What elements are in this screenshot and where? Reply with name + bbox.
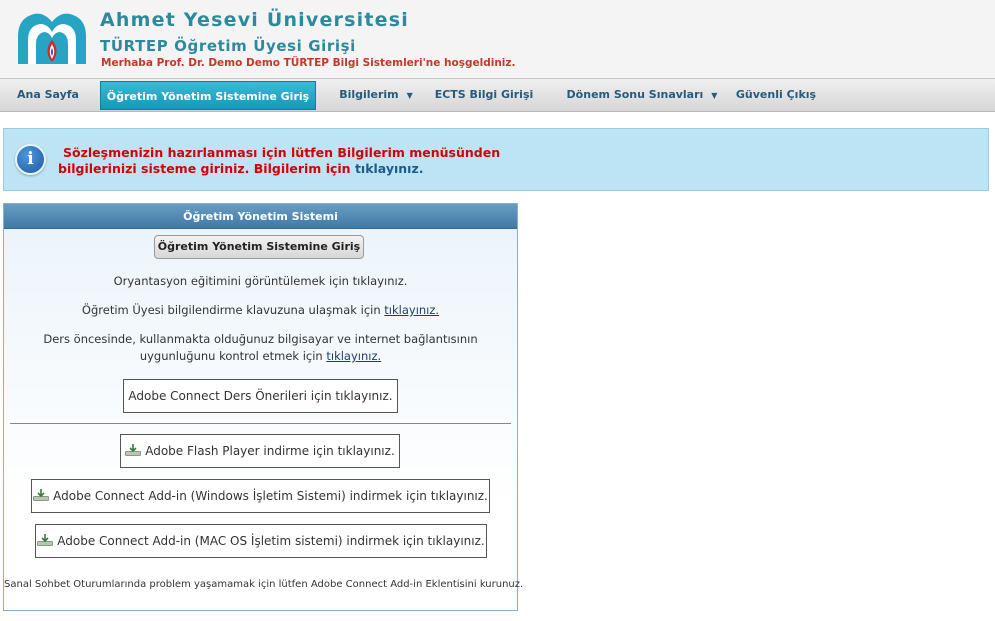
nav-logout[interactable]: Güvenli Çıkış	[728, 79, 824, 111]
adobe-suggestions-button[interactable]: Adobe Connect Ders Önerileri için tıklay…	[123, 379, 398, 413]
flash-download-label: Adobe Flash Player indirme için tıklayın…	[145, 444, 395, 458]
guide-text: Öğretim Üyesi bilgilendirme klavuzuna ul…	[4, 302, 517, 319]
addin-note: Sanal Sohbet Oturumlarında problem yaşam…	[4, 579, 524, 590]
download-icon	[125, 444, 142, 456]
info-line-2: bilgilerinizi sisteme giriniz. Bilgileri…	[58, 161, 500, 177]
lms-login-button[interactable]: Öğretim Yönetim Sistemine Giriş	[154, 235, 364, 259]
guide-text-label: Öğretim Üyesi bilgilendirme klavuzuna ul…	[81, 303, 381, 317]
check-text-label: uygunluğunu kontrol etmek için	[139, 349, 323, 363]
nav-final-exams[interactable]: Dönem Sonu Sınavları ▼	[562, 79, 722, 111]
site-title: Ahmet Yesevi Üniversitesi	[100, 9, 409, 31]
main-nav: Ana Sayfa Öğretim Yönetim Sistemine Giri…	[0, 78, 995, 112]
flash-download-button[interactable]: Adobe Flash Player indirme için tıklayın…	[120, 434, 400, 468]
check-link[interactable]: tıklayınız.	[326, 349, 381, 363]
info-line-1: Sözleşmenizin hazırlanması için lütfen B…	[63, 145, 501, 160]
addin-windows-label: Adobe Connect Add-in (Windows İşletim Si…	[53, 489, 488, 503]
orientation-text[interactable]: Oryantasyon eğitimini görüntülemek için …	[4, 273, 517, 290]
info-link[interactable]: tıklayınız.	[355, 161, 424, 176]
guide-link[interactable]: tıklayınız.	[384, 303, 439, 317]
nav-ects[interactable]: ECTS Bilgi Girişi	[428, 79, 540, 111]
panel-title: Öğretim Yönetim Sistemi	[4, 204, 517, 229]
info-alert: i Sözleşmenizin hazırlanması için lütfen…	[3, 128, 989, 191]
welcome-message: Merhaba Prof. Dr. Demo Demo TÜRTEP Bilgi…	[101, 57, 516, 69]
info-line-2-text: bilgilerinizi sisteme giriniz. Bilgileri…	[58, 161, 351, 176]
nav-lms-login[interactable]: Öğretim Yönetim Sistemine Giriş	[100, 81, 316, 110]
university-logo	[16, 12, 88, 64]
site-subtitle: TÜRTEP Öğretim Üyesi Girişi	[100, 37, 356, 55]
nav-my-info-label: Bilgilerim	[339, 88, 399, 101]
nav-home[interactable]: Ana Sayfa	[0, 79, 96, 111]
divider	[10, 423, 511, 424]
chevron-down-icon: ▼	[711, 91, 718, 100]
addin-mac-button[interactable]: Adobe Connect Add-in (MAC OS İşletim sis…	[35, 524, 487, 558]
chevron-down-icon: ▼	[406, 91, 413, 100]
download-icon	[33, 489, 50, 501]
info-message: Sözleşmenizin hazırlanması için lütfen B…	[58, 145, 500, 177]
check-text: Ders öncesinde, kullanmakta olduğunuz bi…	[4, 331, 517, 365]
nav-final-exams-label: Dönem Sonu Sınavları	[566, 88, 704, 101]
addin-windows-button[interactable]: Adobe Connect Add-in (Windows İşletim Si…	[31, 479, 490, 513]
check-text-line-1: Ders öncesinde, kullanmakta olduğunuz bi…	[43, 332, 478, 346]
check-text-line-2: uygunluğunu kontrol etmek için tıklayını…	[4, 348, 517, 365]
lms-panel: Öğretim Yönetim Sistemi Öğretim Yönetim …	[3, 203, 524, 611]
addin-mac-label: Adobe Connect Add-in (MAC OS İşletim sis…	[57, 534, 485, 548]
site-header: Ahmet Yesevi Üniversitesi TÜRTEP Öğretim…	[0, 0, 995, 78]
download-icon	[37, 534, 54, 546]
nav-my-info[interactable]: Bilgilerim ▼	[330, 79, 422, 111]
info-icon: i	[15, 144, 46, 175]
